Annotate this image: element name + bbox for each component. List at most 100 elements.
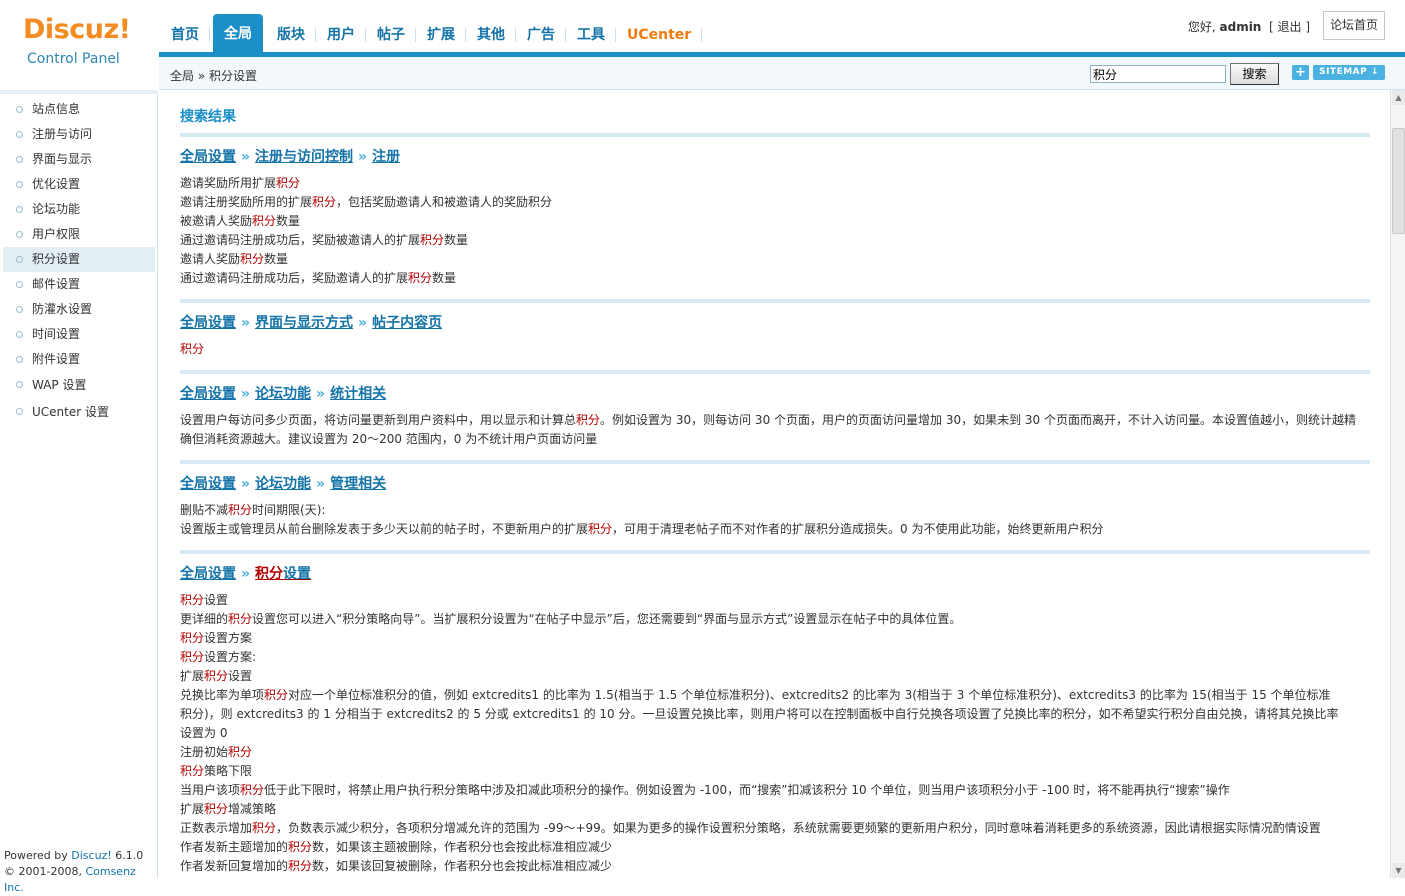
result-crumb-link[interactable]: 全局设置 — [180, 149, 236, 165]
nav-tab[interactable]: UCenter — [616, 14, 703, 52]
keyword-highlight: 积分 — [576, 413, 601, 427]
double-chevron-icon: » — [241, 386, 251, 402]
bullet-icon — [16, 156, 23, 163]
result-line: 积分)，则 extcredits3 的 1 分相当于 extcredits2 的… — [180, 707, 1339, 721]
search-button[interactable]: 搜索 — [1230, 63, 1279, 85]
sidebar-item[interactable]: 优化设置 — [3, 172, 155, 197]
section-divider — [180, 299, 1370, 303]
double-chevron-icon: » — [241, 566, 251, 582]
result-line: 正数表示增加积分，负数表示减少积分，各项积分增减允许的范围为 -99～+99。如… — [180, 821, 1321, 835]
nav-tab[interactable]: 全局 — [213, 14, 263, 52]
nav-tab[interactable]: 帖子 — [366, 14, 416, 52]
powered-by: Powered by Discuz! 6.1.0 — [4, 848, 157, 864]
sitemap-button[interactable]: SITEMAP ↓ — [1313, 65, 1385, 80]
keyword-highlight: 积分 — [420, 233, 445, 247]
result-crumb-link[interactable]: 统计相关 — [330, 386, 386, 402]
forum-home-button[interactable]: 论坛首页 — [1323, 11, 1385, 40]
result-crumb-link[interactable]: 注册与访问控制 — [255, 149, 353, 165]
result-crumb-link[interactable]: 全局设置 — [180, 476, 236, 492]
keyword-highlight: 积分 — [288, 840, 313, 854]
result-line: 积分设置方案 — [180, 631, 253, 645]
result-crumb-link[interactable]: 全局设置 — [180, 566, 236, 582]
plus-icon[interactable]: + — [1292, 65, 1309, 80]
sidebar-item-label: 时间设置 — [32, 327, 81, 341]
result-line: 注册初始积分 — [180, 745, 253, 759]
double-chevron-icon: » — [358, 315, 368, 331]
sidebar-top-divider — [0, 90, 158, 94]
result-heading: 全局设置» 论坛功能» 统计相关 — [180, 382, 1370, 406]
page-title: 搜索结果 — [180, 109, 236, 125]
result-crumb-link[interactable]: 全局设置 — [180, 315, 236, 331]
keyword-highlight: 积分 — [204, 802, 229, 816]
bullet-icon — [16, 206, 23, 213]
nav-tab[interactable]: 版块 — [266, 14, 316, 52]
result-line: 设置用户每访问多少页面，将访问量更新到用户资料中，用以显示和计算总积分。例如设置… — [180, 413, 1357, 427]
sidebar-item[interactable]: 论坛功能 — [3, 197, 155, 222]
result-crumb-link[interactable]: 论坛功能 — [255, 476, 311, 492]
scroll-down-icon[interactable]: ▼ — [1392, 863, 1405, 878]
result-section: 全局设置» 界面与显示方式» 帖子内容页 积分 — [180, 311, 1370, 359]
sidebar-item[interactable]: 时间设置 — [3, 322, 155, 347]
vertical-scrollbar[interactable]: ▲ ▼ — [1390, 90, 1405, 878]
sidebar-item[interactable]: 界面与显示 — [3, 147, 155, 172]
result-line: 确但消耗资源越大。建议设置为 20～200 范围内，0 为不统计用户页面访问量 — [180, 432, 598, 446]
sidebar-item[interactable]: 用户权限 — [3, 222, 155, 247]
result-crumb-link[interactable]: 论坛功能 — [255, 386, 311, 402]
sidebar-item[interactable]: 附件设置 — [3, 347, 155, 372]
bullet-icon — [16, 106, 23, 113]
keyword-highlight: 积分 — [588, 522, 613, 536]
result-line: 设置版主或管理员从前台删除发表于多少天以前的帖子时，不更新用户的扩展积分，可用于… — [180, 522, 1104, 536]
nav-tab[interactable]: 扩展 — [416, 14, 466, 52]
section-divider — [180, 370, 1370, 374]
result-crumb-link[interactable]: 全局设置 — [180, 386, 236, 402]
username: admin — [1219, 20, 1262, 34]
sidebar-item[interactable]: 防灌水设置 — [3, 297, 155, 322]
result-crumb-link[interactable]: 帖子内容页 — [372, 315, 442, 331]
discuz-link[interactable]: Discuz! — [71, 849, 111, 862]
sidebar-item-label: 注册与访问 — [32, 127, 93, 141]
sidebar-item[interactable]: 站点信息 — [3, 97, 155, 122]
main-content: 搜索结果 全局设置» 注册与访问控制» 注册 邀请奖励所用扩展积分 邀请注册奖励所用的扩… — [160, 90, 1390, 878]
scroll-up-icon[interactable]: ▲ — [1392, 90, 1405, 105]
user-info: 您好, admin [ 退出 ] — [1187, 20, 1310, 34]
result-crumb-link[interactable]: 注册 — [372, 149, 400, 165]
keyword-highlight: 积分 — [252, 214, 277, 228]
breadcrumb-bar: 全局 » 积分设置 搜索 + SITEMAP ↓ — [159, 57, 1405, 90]
nav-tab[interactable]: 用户 — [316, 14, 366, 52]
search-input[interactable] — [1090, 65, 1226, 83]
sidebar-item-label: 邮件设置 — [32, 277, 81, 291]
nav-tab[interactable]: 工具 — [566, 14, 616, 52]
nav-tab[interactable]: 其他 — [466, 14, 516, 52]
result-heading: 全局设置» 论坛功能» 管理相关 — [180, 472, 1370, 496]
sidebar-item-label: 积分设置 — [32, 252, 81, 266]
sidebar-item[interactable]: UCenter 设置 — [3, 399, 155, 426]
scroll-thumb[interactable] — [1392, 128, 1405, 234]
sidebar-item-label: WAP 设置 — [32, 378, 87, 392]
keyword-highlight: 积分 — [204, 669, 229, 683]
result-section: 全局设置» 论坛功能» 统计相关 设置用户每访问多少页面，将访问量更新到用户资料中，用… — [180, 382, 1370, 449]
logout-link[interactable]: 退出 — [1277, 20, 1301, 34]
result-crumb-link[interactable]: 积分设置 — [255, 566, 311, 582]
sidebar-item-label: 站点信息 — [32, 102, 81, 116]
logo-subtitle: Control Panel — [27, 51, 120, 67]
sidebar-item[interactable]: 积分设置 — [3, 247, 155, 272]
sidebar-item[interactable]: WAP 设置 — [3, 372, 155, 399]
powered-prefix: Powered by — [4, 849, 72, 862]
sidebar-item-label: 附件设置 — [32, 352, 81, 366]
logo[interactable]: Discuz! Control Panel — [0, 0, 158, 90]
section-divider — [180, 133, 1370, 137]
result-crumb-link[interactable]: 管理相关 — [330, 476, 386, 492]
result-heading: 全局设置 » 积分设置 — [180, 562, 1370, 586]
result-section: 全局设置 » 积分设置积分设置 更详细的积分设置您可以进入“积分策略向导”。当扩展积分… — [180, 562, 1370, 876]
sidebar-item[interactable]: 注册与访问 — [3, 122, 155, 147]
result-line: 扩展积分设置 — [180, 669, 253, 683]
result-lines: 删贴不减积分时间期限(天): 设置版主或管理员从前台删除发表于多少天以前的帖子时，… — [180, 501, 1370, 539]
result-lines: 积分 — [180, 340, 1370, 359]
result-crumb-link[interactable]: 界面与显示方式 — [255, 315, 353, 331]
sidebar-item[interactable]: 邮件设置 — [3, 272, 155, 297]
nav-tab[interactable]: 首页 — [160, 14, 210, 52]
bullet-icon — [16, 131, 23, 138]
result-lines: 积分设置 更详细的积分设置您可以进入“积分策略向导”。当扩展积分设置为“在帖子中显… — [180, 591, 1370, 876]
keyword-highlight: 积分 — [228, 503, 253, 517]
nav-tab[interactable]: 广告 — [516, 14, 566, 52]
